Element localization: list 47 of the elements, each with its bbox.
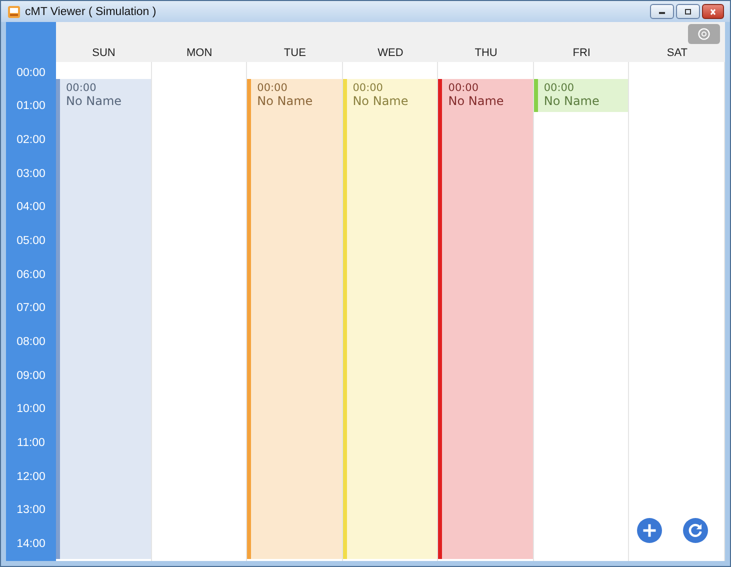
event-card[interactable]: 00:00 No Name: [247, 79, 342, 559]
window-title: cMT Viewer ( Simulation ): [25, 6, 156, 18]
day-label: SUN: [92, 47, 116, 59]
event-time: 00:00: [352, 82, 384, 94]
day-label: MON: [186, 47, 212, 59]
hour-label: 09:00: [16, 370, 46, 382]
close-button[interactable]: [702, 4, 724, 19]
hour-label: 02:00: [16, 134, 46, 146]
event-name: No Name: [66, 94, 123, 108]
hour-label: 10:00: [16, 403, 46, 416]
event-name: No Name: [352, 94, 410, 108]
day-label: WED: [378, 47, 404, 59]
hour-label: 14:00: [16, 538, 46, 550]
hour-label: 00:00: [16, 66, 46, 79]
day-label: TUE: [284, 47, 306, 59]
event-card[interactable]: 00:00 No Name: [342, 79, 438, 559]
hour-label: 03:00: [16, 168, 46, 180]
hour-label: 08:00: [16, 336, 46, 348]
refresh-button[interactable]: [683, 518, 708, 543]
event-time: 00:00: [448, 82, 480, 94]
hour-label: 13:00: [16, 504, 46, 516]
event-card[interactable]: 00:00 No Name: [56, 79, 151, 559]
hour-label: 11:00: [17, 437, 45, 450]
event-name: No Name: [257, 94, 314, 108]
event-name: No Name: [448, 94, 505, 108]
hour-label: 04:00: [16, 201, 46, 214]
event-time: 00:00: [66, 82, 98, 94]
hour-label: 01:00: [16, 100, 46, 112]
maximize-button[interactable]: [676, 4, 700, 19]
close-icon: [708, 8, 718, 14]
hour-label: 06:00: [16, 268, 46, 281]
maximize-icon: [683, 8, 693, 14]
minimize-button[interactable]: [650, 4, 674, 19]
hour-label: 05:00: [16, 234, 46, 247]
event-time: 00:00: [257, 82, 288, 94]
day-label: THU: [474, 47, 498, 59]
event-card[interactable]: 00:00 No Name: [534, 79, 628, 112]
day-label: SAT: [666, 47, 688, 59]
event-card[interactable]: 00:00 No Name: [438, 79, 533, 559]
hour-label: 07:00: [16, 302, 46, 314]
hour-label: 12:00: [16, 470, 46, 483]
app-icon: [7, 4, 21, 18]
event-name: No Name: [544, 94, 600, 108]
settings-icon: [696, 26, 712, 42]
add-button[interactable]: [637, 518, 662, 543]
day-label: FRI: [572, 47, 590, 59]
event-time: 00:00: [544, 82, 576, 94]
